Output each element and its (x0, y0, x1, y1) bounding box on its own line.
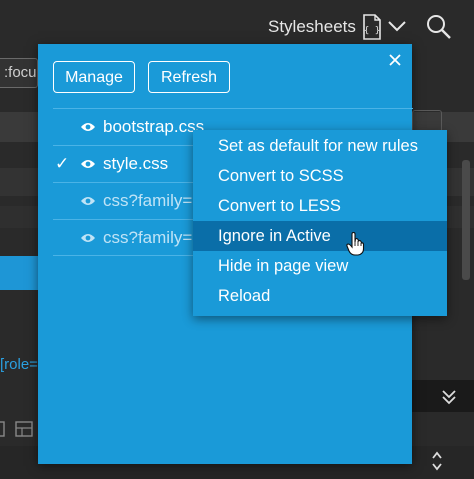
hand-pointer-icon (346, 232, 365, 256)
close-icon[interactable] (387, 52, 403, 68)
selected-row-fragment (0, 256, 38, 290)
eye-icon[interactable] (80, 232, 96, 244)
chevron-down-icon[interactable] (386, 16, 408, 36)
stylesheet-name: bootstrap.css (103, 117, 205, 136)
search-icon[interactable] (426, 14, 452, 40)
top-bar: Stylesheets { } (0, 0, 474, 46)
refresh-button[interactable]: Refresh (148, 61, 230, 93)
svg-text:{ }: { } (364, 26, 380, 36)
layout-icons[interactable] (0, 420, 38, 440)
menu-item-convert-less[interactable]: Convert to LESS (193, 191, 447, 221)
scrollbar[interactable] (462, 160, 470, 280)
menu-item-ignore-in-active[interactable]: Ignore in Active (193, 221, 447, 251)
eye-icon[interactable] (80, 121, 96, 133)
menu-item-set-default[interactable]: Set as default for new rules (193, 131, 447, 161)
stylesheet-context-menu: Set as default for new rules Convert to … (193, 130, 447, 316)
role-selector-fragment: [role= (0, 356, 38, 373)
menu-item-hide-in-page-view[interactable]: Hide in page view (193, 251, 447, 281)
manage-button[interactable]: Manage (53, 61, 135, 93)
eye-icon[interactable] (80, 158, 96, 170)
stylesheet-file-icon[interactable]: { } (362, 14, 382, 40)
stylesheet-name: css?family=l (103, 191, 197, 210)
check-icon: ✓ (55, 154, 70, 173)
stylesheets-title[interactable]: Stylesheets (268, 17, 356, 37)
double-chevron-down-icon[interactable] (440, 388, 458, 406)
eye-icon[interactable] (80, 195, 96, 207)
stylesheet-name: css?family=l (103, 228, 197, 247)
menu-item-reload[interactable]: Reload (193, 281, 447, 311)
stylesheet-name: style.css (103, 154, 169, 173)
selector-input-fragment[interactable]: :focu (0, 58, 38, 88)
menu-item-convert-scss[interactable]: Convert to SCSS (193, 161, 447, 191)
stepper-icon[interactable] (430, 449, 444, 473)
